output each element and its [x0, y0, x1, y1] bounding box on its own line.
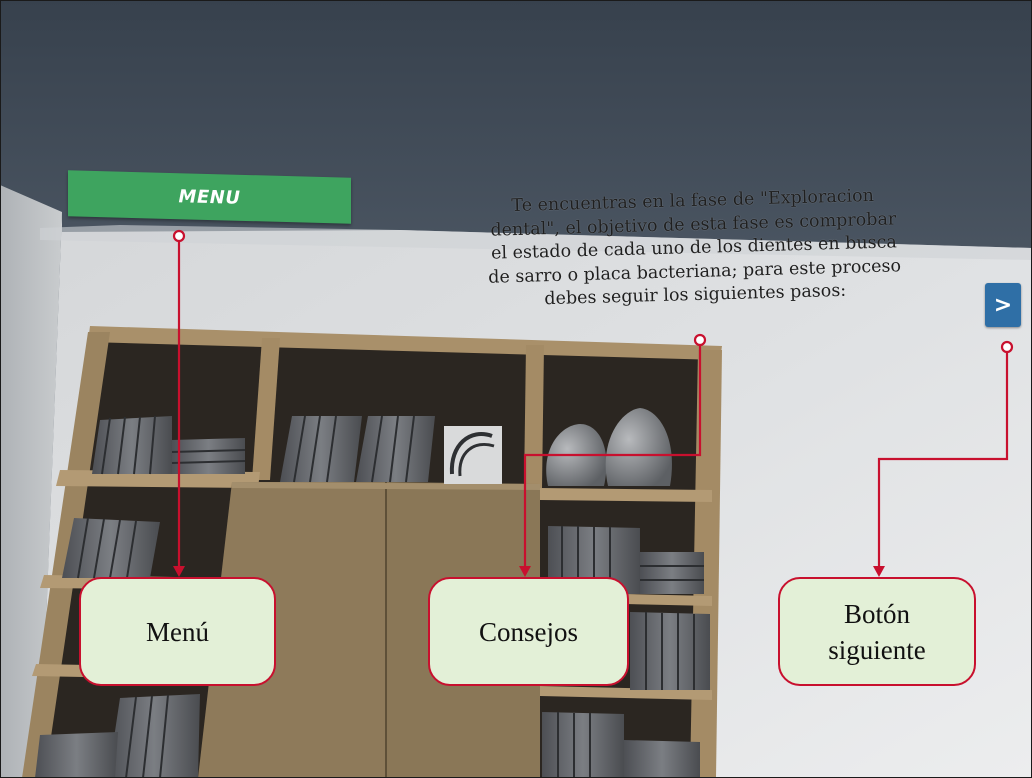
- advice-panel: Te encuentras en la fase de "Exploracion…: [398, 182, 989, 316]
- callout-next-label-line2: siguiente: [828, 634, 926, 665]
- callout-next-button: Botón siguiente: [778, 577, 976, 686]
- callout-tips-label: Consejos: [478, 616, 578, 647]
- chevron-right-icon: >: [993, 292, 1013, 318]
- books-right-lower: [630, 612, 710, 690]
- books-left-lower: [62, 517, 160, 579]
- menu-button-label: MENU: [178, 185, 241, 209]
- next-button[interactable]: >: [985, 283, 1021, 327]
- menu-button[interactable]: MENU: [68, 170, 351, 224]
- callout-menu: Menú: [79, 577, 276, 686]
- callout-menu-label: Menú: [146, 616, 209, 647]
- callout-next-label-line1: Botón: [843, 598, 910, 629]
- callout-tips: Consejos: [428, 577, 629, 686]
- books-top-middle: [280, 415, 502, 484]
